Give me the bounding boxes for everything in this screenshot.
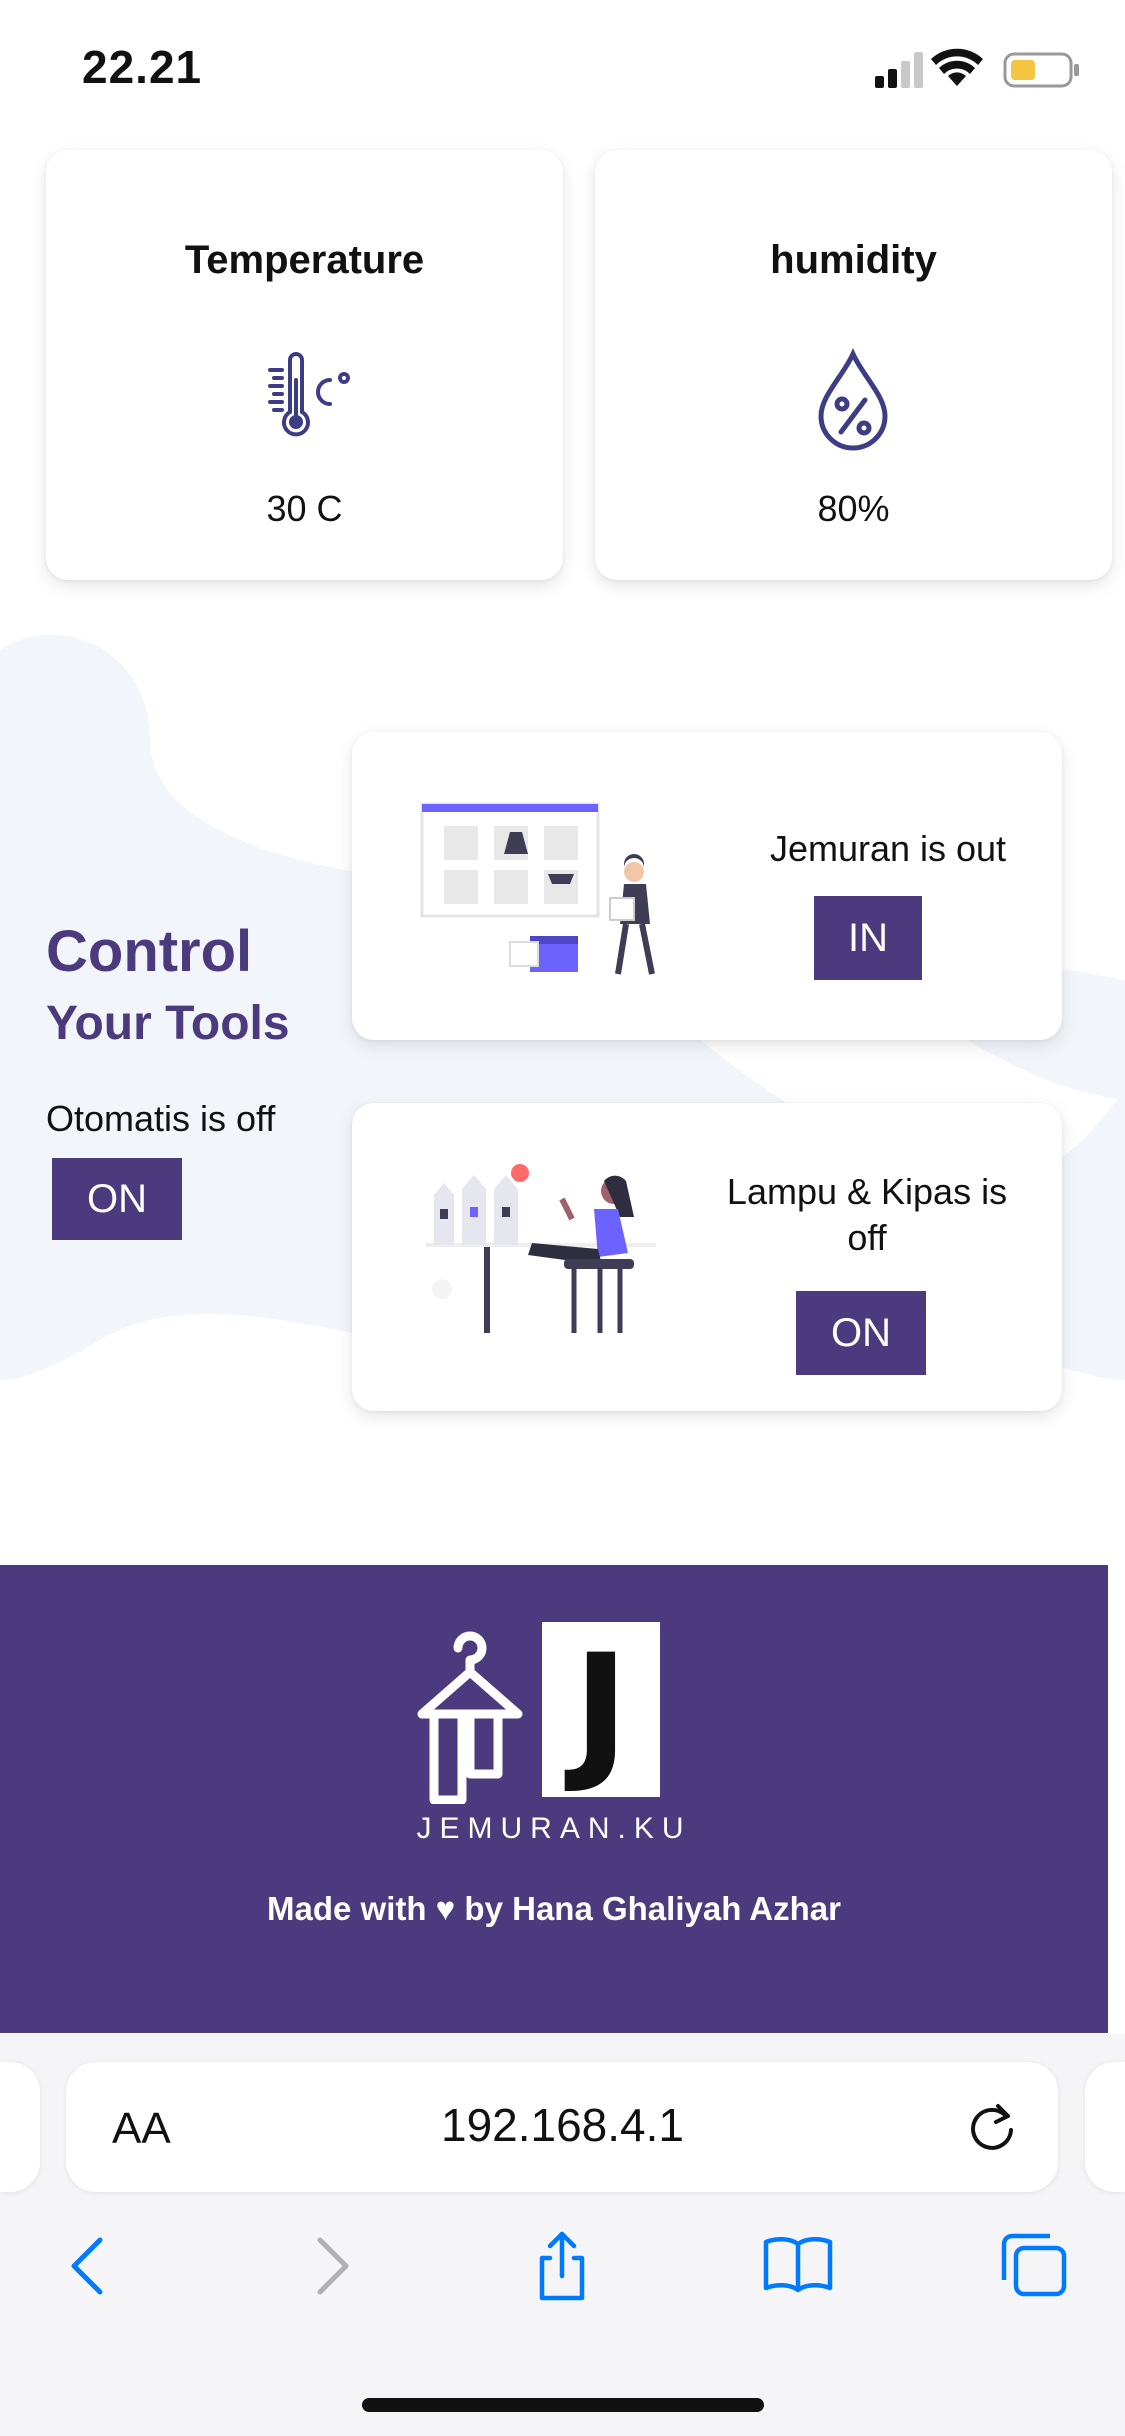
share-icon[interactable] (526, 2230, 598, 2302)
lampu-kipas-status: Lampu & Kipas is (726, 1171, 1008, 1212)
logo-letter: J (573, 1622, 629, 1797)
laundry-illustration (420, 802, 655, 975)
thermometer-icon (268, 352, 350, 437)
footer-credit: Made with ♥ by Hana Ghaliyah Azhar (267, 1890, 841, 1927)
logo-letter-box: J (542, 1622, 660, 1797)
auto-mode-on-button[interactable]: ON (52, 1158, 182, 1240)
relaxing-illustration (426, 1164, 656, 1333)
status-icons (875, 48, 1079, 88)
bookmarks-icon[interactable] (762, 2230, 834, 2302)
auto-mode-status: Otomatis is off (46, 1098, 276, 1139)
battery-icon (1003, 52, 1079, 88)
temperature-value: 30 C (266, 488, 343, 529)
lampu-kipas-card: Lampu & Kipas is off ON (352, 1103, 1062, 1411)
humidity-drop-icon (818, 348, 888, 451)
brand-name: JEMURAN.KU (416, 1812, 692, 1845)
jemuran-card: Jemuran is out IN (352, 732, 1062, 1040)
control-title: Control (46, 919, 253, 984)
status-time: 22.21 (82, 41, 203, 93)
home-indicator (362, 2398, 764, 2412)
temperature-card: Temperature 30 C (46, 150, 563, 580)
control-subtitle: Your Tools (46, 997, 290, 1050)
lampu-kipas-on-button[interactable]: ON (796, 1291, 926, 1375)
humidity-title: humidity (770, 238, 937, 282)
wifi-icon (931, 48, 983, 86)
humidity-value: 80% (817, 488, 890, 529)
tabs-icon[interactable] (998, 2230, 1070, 2302)
humidity-card: humidity 80% (595, 150, 1112, 580)
lampu-kipas-status-line2: off (847, 1217, 887, 1258)
jemuran-status: Jemuran is out (769, 828, 1007, 869)
url-text: 192.168.4.1 (440, 2099, 684, 2151)
reload-icon[interactable] (964, 2100, 1020, 2156)
signal-icon (875, 52, 923, 88)
jemuran-in-button[interactable]: IN (814, 896, 922, 980)
back-icon[interactable] (54, 2230, 126, 2302)
forward-icon[interactable] (294, 2230, 366, 2302)
hanger-logo-icon (417, 1631, 523, 1804)
temperature-title: Temperature (184, 238, 425, 282)
